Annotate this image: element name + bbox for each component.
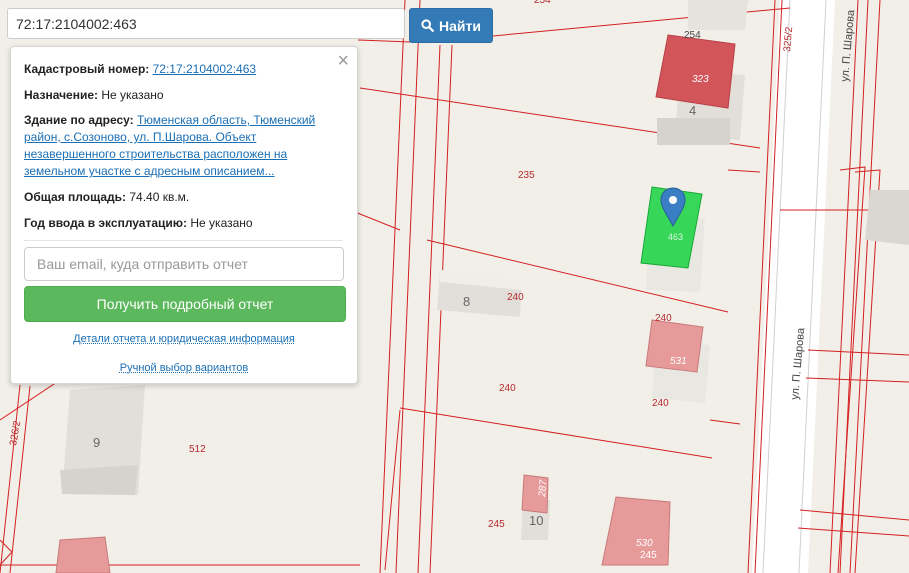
purpose-value: Не указано	[101, 88, 164, 102]
year-label: Год ввода в эксплуатацию:	[24, 216, 188, 230]
cadastral-link[interactable]: 72:17:2104002:463	[153, 62, 256, 76]
area-row: Общая площадь: 74.40 кв.м.	[24, 189, 345, 206]
purpose-row: Назначение: Не указано	[24, 87, 345, 104]
map-label: 463	[668, 232, 683, 242]
address-row: Здание по адресу: Тюменская область, Тюм…	[24, 112, 345, 180]
manual-select-link-text[interactable]: Ручной выбор вариантов	[120, 362, 248, 374]
map-label: 240	[652, 398, 669, 409]
cadastral-label: Кадастровый номер:	[24, 62, 150, 76]
map-label: 287	[537, 479, 550, 498]
map-label: 325/2	[782, 26, 795, 52]
search-button-label: Найти	[439, 17, 481, 34]
search-bar: Найти	[7, 8, 493, 43]
map-label: 245	[640, 550, 657, 561]
map-label: 240	[507, 292, 524, 303]
map-label: 245	[488, 519, 505, 530]
search-button[interactable]: Найти	[409, 8, 493, 43]
address-link[interactable]: незавершенного строительства расположен …	[24, 147, 287, 161]
map-label: 254	[684, 30, 701, 41]
manual-select-link: Ручной выбор вариантов	[11, 362, 357, 374]
details-link: Детали отчета и юридическая информация	[11, 333, 357, 345]
get-report-button[interactable]: Получить подробный отчет	[24, 286, 346, 322]
map-label: 235	[518, 170, 535, 181]
purpose-label: Назначение:	[24, 88, 99, 102]
year-row: Год ввода в эксплуатацию: Не указано	[24, 215, 345, 232]
email-field[interactable]	[24, 247, 344, 281]
parcel-info-panel: × Кадастровый номер: 72:17:2104002:463 Н…	[10, 46, 358, 384]
map-label: 4	[689, 103, 696, 118]
map-label: 531	[670, 356, 687, 367]
search-icon	[421, 19, 434, 32]
map-label: 240	[499, 383, 516, 394]
map-label: 512	[189, 444, 206, 455]
address-link[interactable]: район, с.Созоново, ул. П.Шарова. Объект	[24, 130, 256, 144]
map-label: 10	[529, 513, 543, 528]
map-label: 9	[93, 435, 100, 450]
divider	[24, 240, 343, 241]
search-input[interactable]	[7, 8, 405, 39]
area-label: Общая площадь:	[24, 190, 127, 204]
cadastral-row: Кадастровый номер: 72:17:2104002:463	[24, 61, 345, 78]
details-link-text[interactable]: Детали отчета и юридическая информация	[73, 333, 295, 345]
address-link[interactable]: земельном участке с адресным описанием..…	[24, 164, 275, 178]
address-link[interactable]: Тюменская область, Тюменский	[137, 113, 315, 127]
map-label: 323	[692, 74, 709, 85]
year-value: Не указано	[190, 216, 253, 230]
map-label: 530	[636, 538, 653, 549]
map-label: 254	[534, 0, 551, 6]
map-label: 240	[655, 313, 672, 324]
area-value: 74.40 кв.м.	[129, 190, 190, 204]
address-label: Здание по адресу:	[24, 113, 134, 127]
map-label: 8	[463, 294, 470, 309]
